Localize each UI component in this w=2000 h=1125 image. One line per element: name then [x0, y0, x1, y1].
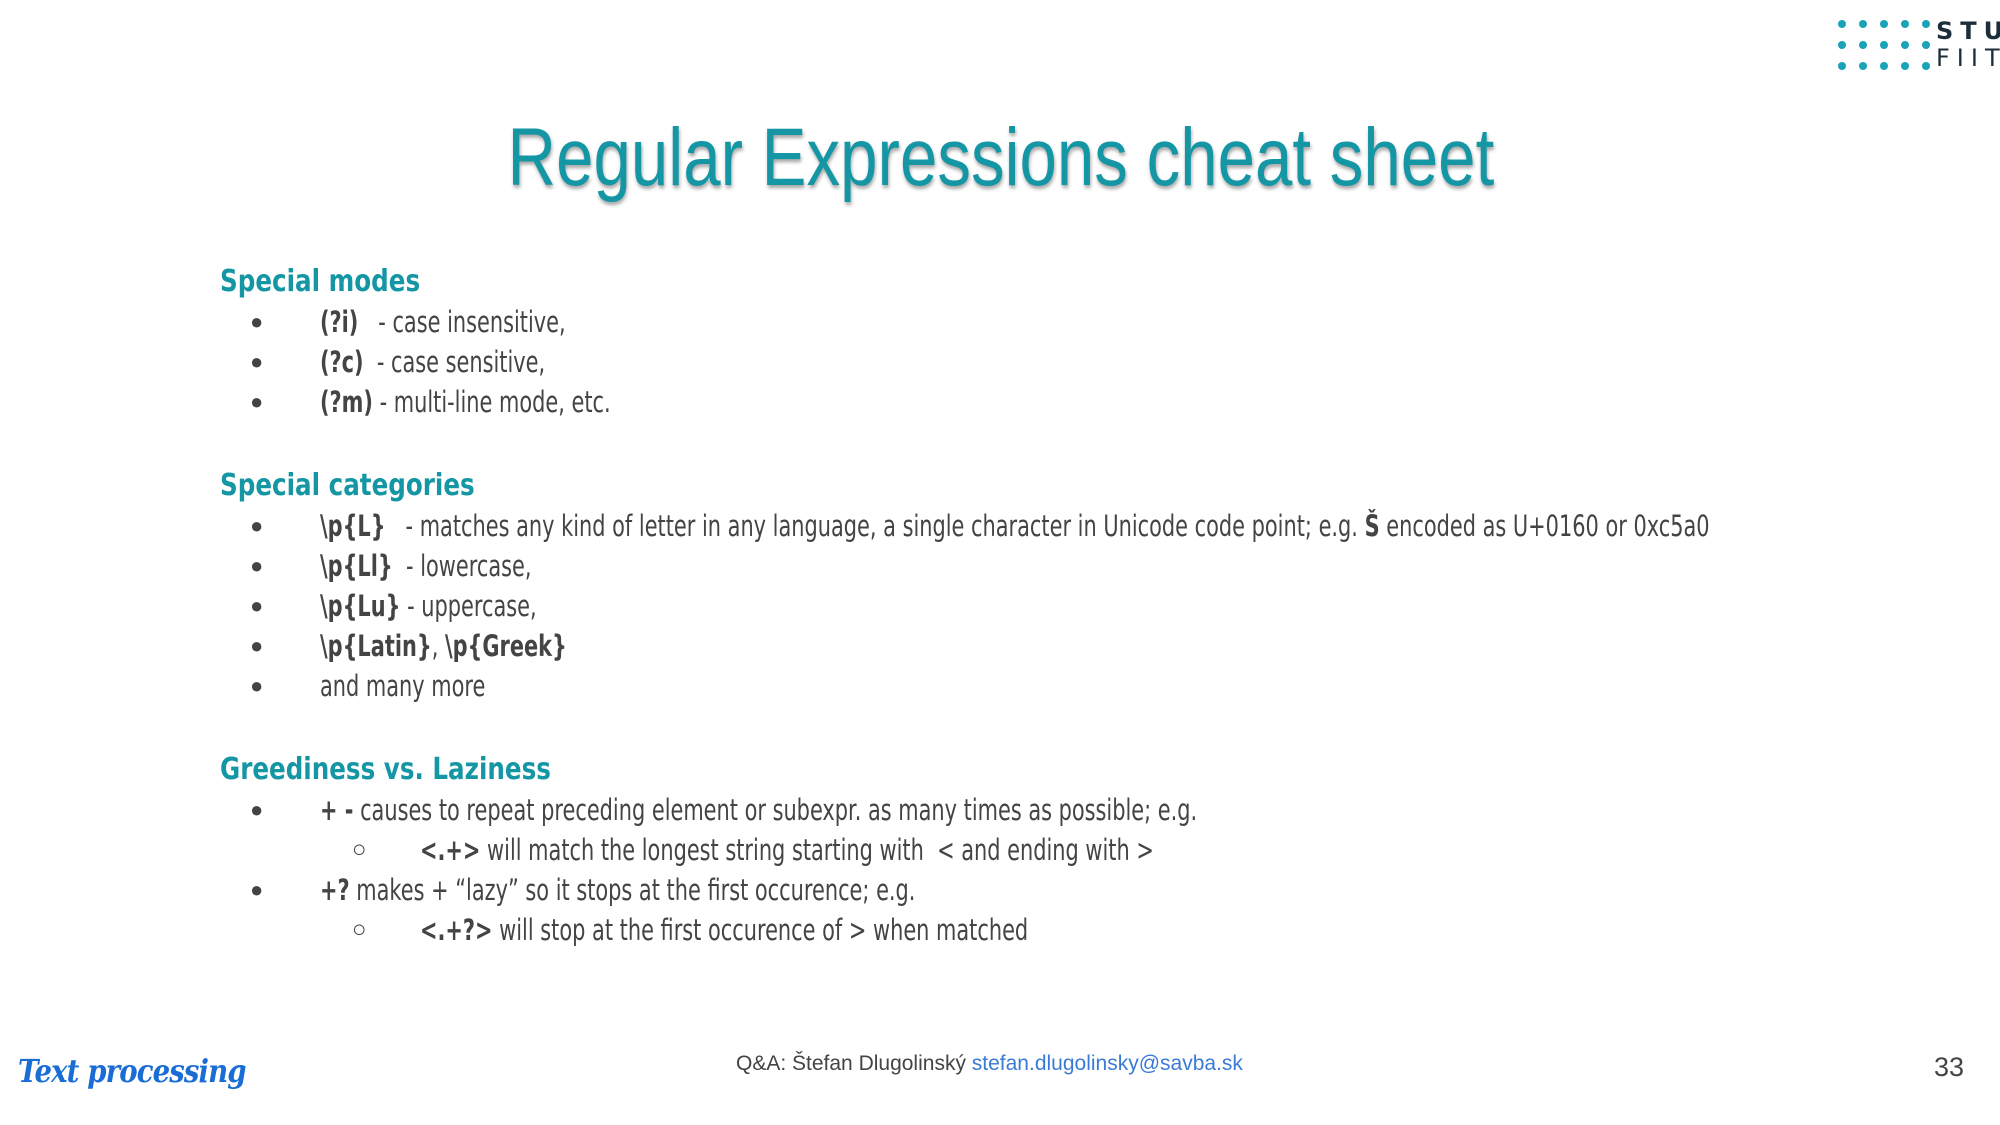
stu-fiit-logo: STU FIIT — [1838, 17, 2000, 78]
logo-dot — [1922, 41, 1930, 49]
list-item: ● + - causes to repeat preceding element… — [220, 790, 1980, 830]
logo-dot — [1922, 20, 1930, 28]
logo-dot — [1901, 41, 1909, 49]
slide-title: Regular Expressions cheat sheet — [507, 112, 1495, 203]
sub-list-item: ○ <.+?> will stop at the first occurence… — [220, 910, 1980, 950]
bullet-icon: ● — [250, 797, 264, 822]
code-snippet: + - — [320, 793, 354, 827]
code-snippet: \p{Greek} — [444, 629, 567, 663]
email-link[interactable]: stefan.dlugolinsky@savba.sk — [972, 1052, 1243, 1075]
item-description: causes to repeat preceding element or su… — [353, 793, 1198, 827]
bullet-icon: ● — [250, 349, 264, 374]
logo-text-line2: FIIT — [1936, 44, 2000, 72]
list-item: ● (?i) - case insensitive, — [220, 302, 1980, 342]
list-item: ● (?m) - multi-line mode, etc. — [220, 382, 1980, 422]
logo-dot — [1880, 20, 1888, 28]
logo-dots-icon — [1838, 18, 1930, 78]
logo-dot — [1880, 41, 1888, 49]
item-description: - lowercase, — [392, 549, 532, 583]
item-description-tail: encoded as U+0160 or 0xc5a0 — [1379, 509, 1710, 543]
code-snippet: <.+> — [420, 833, 481, 867]
slide-content: Special modes ● (?i) - case insensitive,… — [220, 262, 1980, 950]
bullet-icon: ● — [250, 633, 264, 658]
logo-dot — [1901, 62, 1909, 70]
logo-dot — [1859, 20, 1867, 28]
bullet-icon: ● — [250, 593, 264, 618]
list-item: ● and many more — [220, 666, 1980, 706]
code-snippet: \p{Ll} — [320, 549, 393, 583]
item-description: will stop at the first occurence of > wh… — [492, 913, 1029, 947]
code-snippet: \p{Lu} — [320, 589, 401, 623]
logo-dot — [1859, 41, 1867, 49]
item-description: - uppercase, — [400, 589, 537, 623]
bullet-icon: ● — [250, 553, 264, 578]
code-snippet: \p{Latin} — [320, 629, 432, 663]
footer-contact-prefix: Q&A: Štefan Dlugolinský — [736, 1052, 972, 1075]
bullet-icon: ● — [250, 309, 264, 334]
bullet-icon: ● — [250, 673, 264, 698]
logo-dot — [1901, 20, 1909, 28]
hollow-bullet-icon: ○ — [352, 836, 367, 863]
list-item: ● (?c) - case sensitive, — [220, 342, 1980, 382]
item-description: - case sensitive, — [363, 345, 546, 379]
logo-dot — [1838, 41, 1846, 49]
list-item: ● +? makes + “lazy” so it stops at the f… — [220, 870, 1980, 910]
special-categories-list: ● \p{L} - matches any kind of letter in … — [220, 506, 1980, 706]
code-snippet: +? — [320, 873, 350, 907]
example-character: Š — [1364, 509, 1380, 543]
bullet-icon: ● — [250, 389, 264, 414]
logo-dot — [1838, 20, 1846, 28]
item-description: will match the longest string starting w… — [480, 833, 1154, 867]
logo-text-line1: STU — [1936, 17, 2000, 45]
section-heading-special-modes: Special modes — [220, 264, 421, 299]
item-description: - multi-line mode, etc. — [372, 385, 611, 419]
list-item: ● \p{Lu} - uppercase, — [220, 586, 1980, 626]
bullet-icon: ● — [250, 877, 264, 902]
footer-course-name: Text processing — [18, 1052, 247, 1090]
code-snippet: (?c) — [320, 345, 364, 379]
item-description: - case insensitive, — [358, 305, 566, 339]
code-snippet: \p{L} — [320, 509, 386, 543]
list-item: ● \p{Ll} - lowercase, — [220, 546, 1980, 586]
greediness-list: ● + - causes to repeat preceding element… — [220, 790, 1980, 950]
special-modes-list: ● (?i) - case insensitive, ● (?c) - case… — [220, 302, 1980, 422]
list-item: ● \p{L} - matches any kind of letter in … — [220, 506, 1980, 546]
section-heading-greediness: Greediness vs. Laziness — [220, 752, 551, 787]
code-snippet: <.+?> — [420, 913, 493, 947]
item-description: - matches any kind of letter in any lang… — [385, 509, 1365, 543]
logo-dot — [1880, 62, 1888, 70]
code-snippet: (?i) — [320, 305, 359, 339]
list-item: ● \p{Latin}, \p{Greek} — [220, 626, 1980, 666]
code-snippet: (?m) — [320, 385, 373, 419]
logo-dot — [1838, 62, 1846, 70]
sub-list-item: ○ <.+> will match the longest string sta… — [220, 830, 1980, 870]
hollow-bullet-icon: ○ — [352, 916, 367, 943]
bullet-icon: ● — [250, 513, 264, 538]
logo-dot — [1922, 62, 1930, 70]
section-heading-special-categories: Special categories — [220, 468, 475, 503]
item-separator: , — [431, 629, 445, 663]
page-number: 33 — [1934, 1052, 1965, 1082]
item-description: makes + “lazy” so it stops at the first … — [349, 873, 916, 907]
footer-contact: Q&A: Štefan Dlugolinský stefan.dlugolins… — [736, 1052, 1243, 1076]
logo-dot — [1859, 62, 1867, 70]
item-description: and many more — [320, 669, 486, 703]
